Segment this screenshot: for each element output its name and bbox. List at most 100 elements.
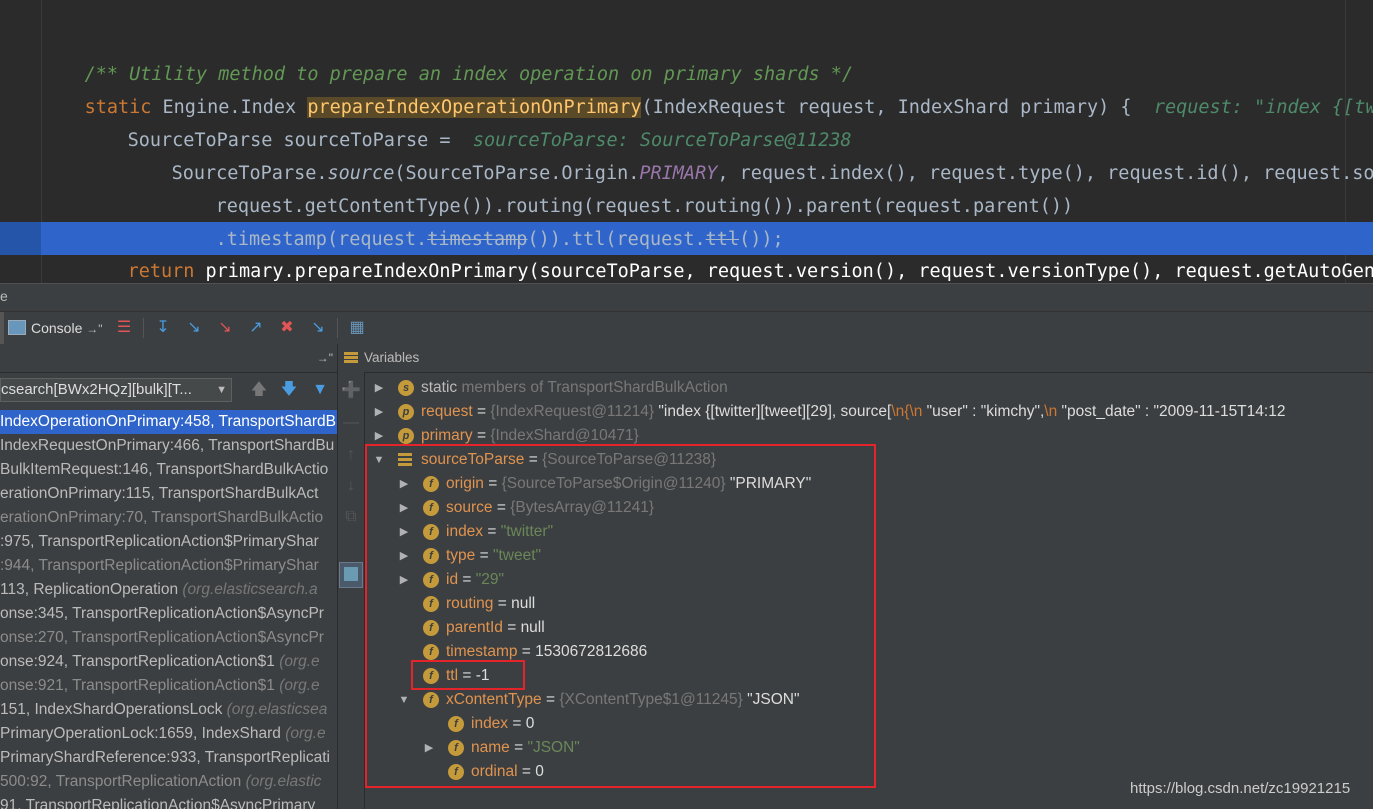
variable-name: request — [421, 403, 473, 420]
frame-row[interactable]: 151, IndexShardOperationsLock (org.elast… — [0, 698, 337, 722]
frame-text: PrimaryOperationLock:1659, IndexShard — [0, 725, 286, 742]
filter-icon[interactable]: ▼ — [309, 379, 331, 401]
frame-row[interactable]: PrimaryOperationLock:1659, IndexShard (o… — [0, 722, 337, 746]
frames-pin-icon[interactable]: →" — [317, 344, 333, 372]
frame-row[interactable]: erationOnPrimary:115, TransportShardBulk… — [0, 482, 337, 506]
frame-text: onse:345, TransportReplicationAction$Asy… — [0, 605, 324, 622]
variable-value: "post_date" : "2009-11-15T14:12 — [1057, 403, 1286, 420]
frames-panel: →" csearch[BWx2HQz][bulk][T... ▼ 🡅 🡇 ▼ I… — [0, 344, 338, 809]
console-tab[interactable]: Console →" — [8, 318, 103, 338]
code-editor[interactable]: /** Utility method to prepare an index o… — [0, 0, 1373, 283]
frame-text: onse:924, TransportReplicationAction$1 — [0, 653, 280, 670]
watches-icon — [344, 567, 358, 581]
frame-row[interactable]: :975, TransportReplicationAction$Primary… — [0, 530, 337, 554]
frame-row[interactable]: PrimaryShardReference:933, TransportRepl… — [0, 746, 337, 770]
frame-text: 500:92, TransportReplicationAction — [0, 773, 246, 790]
console-tab-label: Console — [31, 320, 83, 336]
frame-text: 91, TransportReplicationAction$AsyncPrim… — [0, 797, 316, 809]
variable-name: primary — [421, 427, 473, 444]
frames-panel-header: →" — [0, 344, 337, 373]
code-line-timestamp: .timestamp(request.timestamp()).ttl(requ… — [171, 190, 784, 250]
frame-row[interactable]: onse:924, TransportReplicationAction$1 (… — [0, 650, 337, 674]
frame-text: onse:921, TransportReplicationAction$1 — [0, 677, 280, 694]
frame-text: :944, TransportReplicationAction$Primary… — [0, 557, 319, 574]
field-badge-icon: p — [398, 428, 414, 444]
thread-dropdown-value: csearch[BWx2HQz][bulk][T... — [1, 381, 192, 398]
code-line-source-call: SourceToParse.source(SourceToParse.Origi… — [127, 124, 1373, 184]
variable-value: "index {[twitter][tweet][29], source[ — [654, 403, 892, 420]
arrow-down-icon[interactable]: 🡇 — [278, 379, 300, 401]
frame-row[interactable]: 113, ReplicationOperation (org.elasticse… — [0, 578, 337, 602]
frame-row[interactable]: IndexRequestOnPrimary:466, TransportShar… — [0, 434, 337, 458]
remove-watch-icon[interactable]: — — [340, 412, 362, 434]
code-line-comment: /** Utility method to prepare an index o… — [40, 25, 854, 85]
frame-text: IndexRequestOnPrimary:466, TransportShar… — [0, 437, 335, 454]
show-watches-toggle[interactable] — [339, 562, 363, 588]
show-execution-point-icon[interactable]: ☰ — [113, 317, 135, 339]
inline-debug-value: request: "index {[twitter] — [1153, 97, 1373, 118]
frame-row[interactable]: 500:92, TransportReplicationAction (org.… — [0, 770, 337, 794]
step-out-icon[interactable]: ↗ — [245, 317, 267, 339]
step-over-icon[interactable]: ↧ — [152, 317, 174, 339]
step-into-icon[interactable]: ↘ — [183, 317, 205, 339]
debug-tool-window-header: e — [0, 283, 1373, 312]
variable-eq: = — [472, 427, 491, 444]
variable-escape: \n{\n — [891, 403, 923, 420]
frames-list: IndexOperationOnPrimary:458, TransportSh… — [0, 410, 337, 809]
variable-value: "user" : "kimchy", — [922, 403, 1045, 420]
frame-package: (org.elasticsearch.a — [182, 581, 318, 598]
frame-text: 113, ReplicationOperation — [0, 581, 183, 598]
frame-text: 151, IndexShardOperationsLock — [0, 701, 227, 718]
frame-text: PrimaryShardReference:933, TransportRepl… — [0, 749, 330, 766]
frame-row[interactable]: BulkItemRequest:146, TransportShardBulkA… — [0, 458, 337, 482]
arrow-up-icon[interactable]: 🡅 — [248, 379, 270, 401]
variable-text: static members of TransportShardBulkActi… — [421, 376, 728, 400]
move-down-icon[interactable]: ↓ — [340, 475, 362, 497]
force-step-into-icon[interactable]: ↘ — [214, 317, 236, 339]
debug-window-title: e — [0, 288, 8, 304]
pin-icon: →" — [86, 322, 103, 336]
frame-row[interactable]: IndexOperationOnPrimary:458, TransportSh… — [0, 410, 337, 434]
frame-row[interactable]: 91, TransportReplicationAction$AsyncPrim… — [0, 794, 337, 809]
variable-ref: {IndexShard@10471} — [490, 427, 639, 444]
frame-row[interactable]: onse:921, TransportReplicationAction$1 (… — [0, 674, 337, 698]
code-line-declaration: SourceToParse sourceToParse = sourceToPa… — [83, 91, 852, 151]
variables-panel: Variables ➕ — ↑ ↓ ⧉ ▶ s static members of … — [338, 344, 1373, 809]
frame-text: :975, TransportReplicationAction$Primary… — [0, 533, 319, 550]
console-icon — [8, 320, 26, 335]
frame-row[interactable]: onse:270, TransportReplicationAction$Asy… — [0, 626, 337, 650]
code-line-return: return primary.prepareIndexOnPrimary(sou… — [83, 222, 1373, 282]
frame-row[interactable]: erationOnPrimary:70, TransportShardBulkA… — [0, 506, 337, 530]
expand-arrow-icon[interactable]: ▶ — [373, 400, 385, 424]
frame-package: (org.e — [285, 725, 326, 742]
expand-arrow-icon[interactable]: ▶ — [373, 376, 385, 400]
variable-static[interactable]: ▶ s static members of TransportShardBulkAc… — [365, 376, 1373, 400]
watermark: https://blog.csdn.net/zc19921215 — [1130, 780, 1351, 797]
frame-row[interactable]: :944, TransportReplicationAction$Primary… — [0, 554, 337, 578]
toolbar-separator — [337, 318, 338, 338]
annotation-box-source-to-parse — [365, 444, 876, 788]
variable-desc: members of TransportShardBulkAction — [457, 379, 728, 396]
new-watch-icon[interactable]: ➕ — [340, 380, 362, 402]
toolbar-separator — [143, 318, 144, 338]
field-badge-icon: p — [398, 404, 414, 420]
frame-text: erationOnPrimary:115, TransportShardBulk… — [0, 485, 319, 502]
code-token: primary.prepareIndexOnPrimary(sourceToPa… — [194, 261, 1373, 282]
frame-row[interactable]: onse:345, TransportReplicationAction$Asy… — [0, 602, 337, 626]
frame-package: (org.elasticsea — [226, 701, 328, 718]
thread-dropdown[interactable]: csearch[BWx2HQz][bulk][T... ▼ — [0, 378, 232, 402]
frame-package: (org.e — [279, 677, 320, 694]
frame-package: (org.e — [279, 653, 320, 670]
variables-title: Variables — [364, 350, 420, 365]
frame-text: IndexOperationOnPrimary:458, TransportSh… — [0, 413, 337, 430]
variable-request[interactable]: ▶ p request = {IndexRequest@11214} "index … — [365, 400, 1373, 424]
move-up-icon[interactable]: ↑ — [340, 444, 362, 466]
evaluate-expression-icon[interactable]: ▦ — [346, 317, 368, 339]
drop-frame-icon[interactable]: ✖ — [276, 317, 298, 339]
variable-name: static — [421, 379, 458, 396]
variables-side-toolbar: ➕ — ↑ ↓ ⧉ — [338, 372, 365, 809]
run-to-cursor-icon[interactable]: ↘ — [307, 317, 329, 339]
variable-eq: = — [472, 403, 491, 420]
copy-icon[interactable]: ⧉ — [340, 506, 362, 528]
annotation-box-ttl — [411, 660, 525, 690]
